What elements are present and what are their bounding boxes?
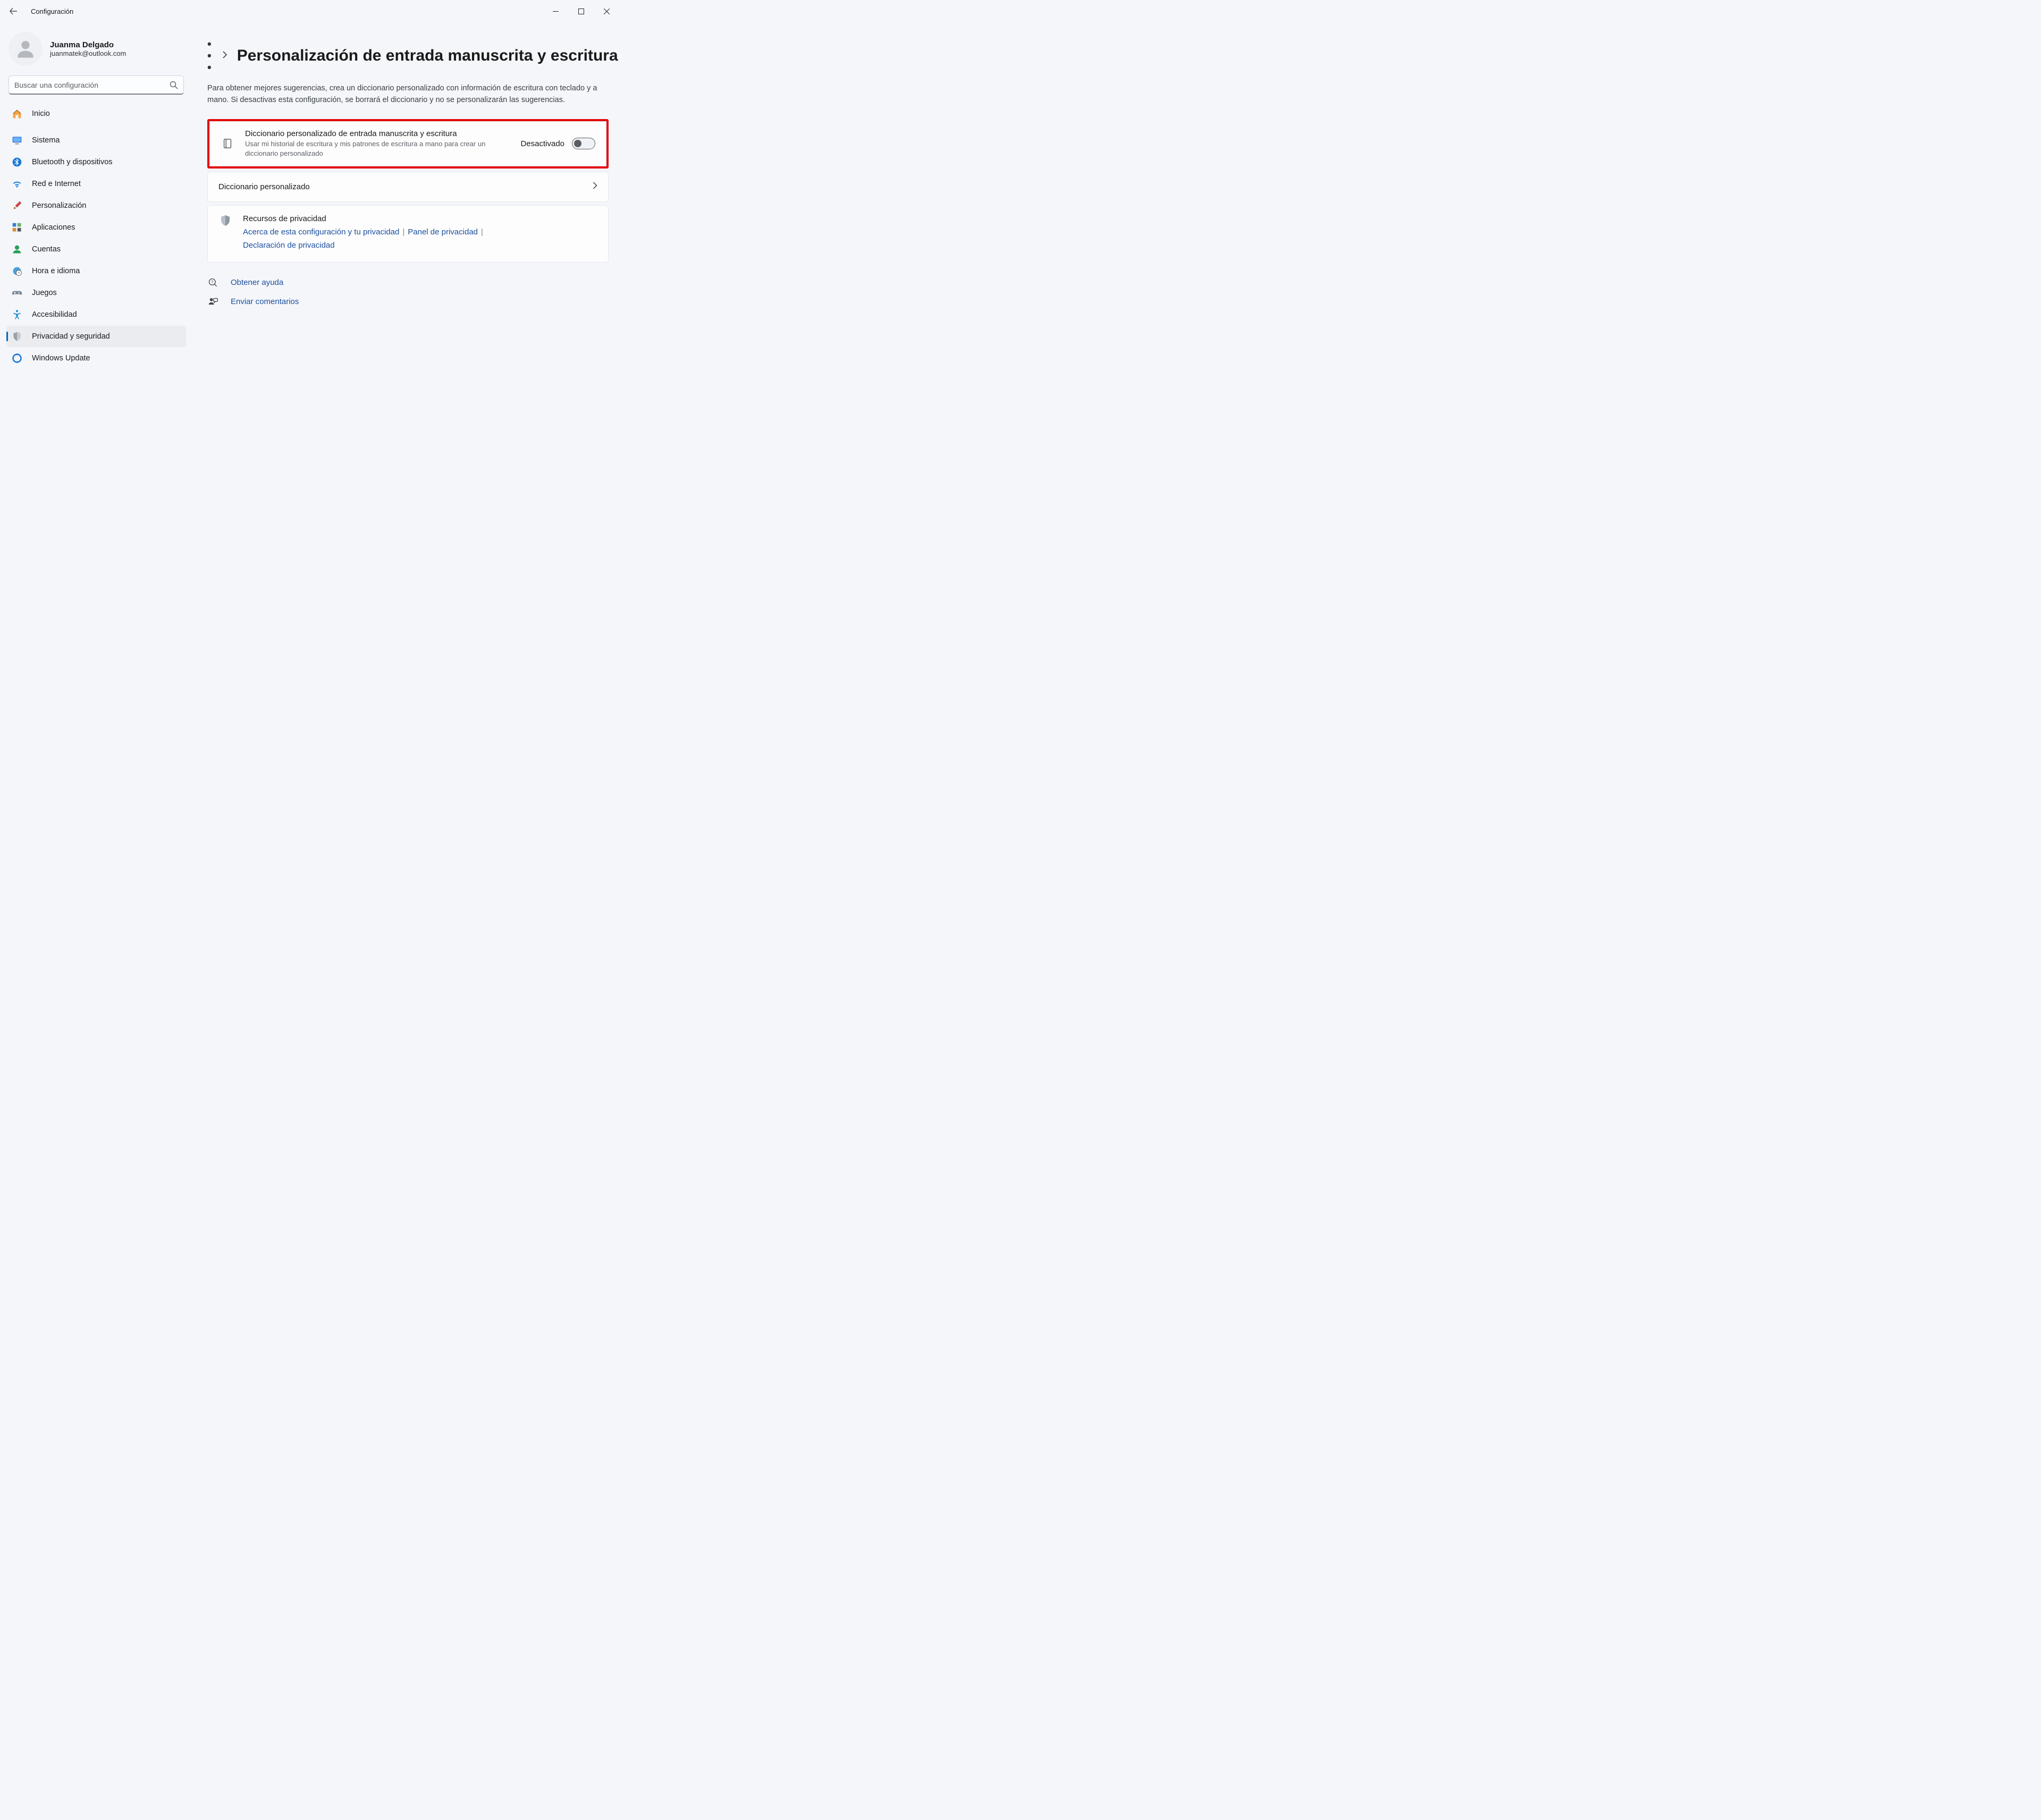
sidebar-item-time[interactable]: Hora e idioma: [6, 260, 186, 282]
feedback-label: Enviar comentarios: [231, 297, 299, 306]
svg-text:?: ?: [211, 280, 213, 284]
search-input[interactable]: [14, 81, 170, 89]
sidebar-item-label: Aplicaciones: [32, 223, 75, 232]
help-label: Obtener ayuda: [231, 278, 283, 287]
sidebar-item-label: Hora e idioma: [32, 267, 80, 275]
maximize-button[interactable]: [568, 0, 594, 22]
shield-icon: [218, 214, 232, 227]
privacy-links: Acerca de esta configuración y tu privac…: [243, 225, 597, 252]
titlebar: Configuración: [0, 0, 619, 22]
profile-text: Juanma Delgado juanmatek@outlook.com: [50, 40, 126, 57]
chevron-right-icon: [222, 51, 227, 61]
sidebar-item-gaming[interactable]: Juegos: [6, 282, 186, 304]
wifi-icon: [12, 179, 22, 189]
sidebar-item-update[interactable]: Windows Update: [6, 348, 186, 369]
monitor-icon: [12, 135, 22, 146]
sidebar-item-accounts[interactable]: Cuentas: [6, 239, 186, 260]
back-button[interactable]: [2, 0, 24, 22]
sidebar-item-privacy[interactable]: Privacidad y seguridad: [6, 326, 186, 347]
dictionary-toggle-card: Diccionario personalizado de entrada man…: [209, 121, 606, 166]
shield-icon: [12, 331, 22, 342]
chevron-right-icon: [593, 182, 597, 192]
window-controls: [543, 0, 619, 22]
help-icon: ?: [207, 277, 219, 288]
sidebar-item-bluetooth[interactable]: Bluetooth y dispositivos: [6, 151, 186, 173]
page-description: Para obtener mejores sugerencias, crea u…: [207, 83, 601, 106]
sidebar-item-personalization[interactable]: Personalización: [6, 195, 186, 216]
separator: |: [481, 228, 483, 237]
maximize-icon: [578, 9, 584, 14]
privacy-resources-card: Recursos de privacidad Acerca de esta co…: [207, 205, 609, 263]
close-button[interactable]: [594, 0, 619, 22]
minimize-icon: [553, 9, 559, 14]
sidebar-item-label: Privacidad y seguridad: [32, 332, 110, 341]
sidebar-item-label: Windows Update: [32, 354, 90, 363]
close-icon: [604, 9, 610, 14]
toggle-state-label: Desactivado: [520, 139, 564, 148]
sidebar-item-label: Red e Internet: [32, 180, 81, 188]
privacy-link-about[interactable]: Acerca de esta configuración y tu privac…: [243, 228, 399, 237]
toggle-knob: [574, 140, 581, 147]
card-subtitle: Usar mi historial de escritura y mis pat…: [245, 139, 495, 158]
help-links: ? Obtener ayuda Enviar comentarios: [207, 277, 609, 307]
apps-icon: [12, 222, 22, 233]
gamepad-icon: [12, 288, 22, 298]
sidebar-item-label: Accesibilidad: [32, 310, 77, 319]
feedback-link[interactable]: Enviar comentarios: [207, 297, 609, 307]
sidebar-item-label: Personalización: [32, 201, 86, 210]
sidebar: Juanma Delgado juanmatek@outlook.com Ini…: [0, 22, 191, 552]
minimize-button[interactable]: [543, 0, 568, 22]
profile-block[interactable]: Juanma Delgado juanmatek@outlook.com: [6, 29, 186, 75]
bluetooth-icon: [12, 157, 22, 167]
arrow-left-icon: [9, 7, 18, 15]
custom-dictionary-link-card[interactable]: Diccionario personalizado: [207, 172, 609, 202]
sidebar-item-home[interactable]: Inicio: [6, 103, 186, 124]
get-help-link[interactable]: ? Obtener ayuda: [207, 277, 609, 288]
notebook-icon: [221, 138, 234, 149]
breadcrumb-more[interactable]: • • •: [207, 38, 213, 73]
profile-name: Juanma Delgado: [50, 40, 126, 49]
sidebar-item-label: Sistema: [32, 136, 60, 145]
home-icon: [12, 108, 22, 119]
breadcrumb: • • • Personalización de entrada manuscr…: [207, 38, 609, 73]
sidebar-item-label: Bluetooth y dispositivos: [32, 158, 113, 166]
privacy-link-statement[interactable]: Declaración de privacidad: [243, 241, 335, 250]
separator: |: [402, 228, 404, 237]
sidebar-item-label: Cuentas: [32, 245, 61, 254]
update-icon: [12, 353, 22, 364]
clock-globe-icon: [12, 266, 22, 276]
nav: Inicio Sistema Bluetooth y dispositivos …: [6, 103, 186, 369]
accessibility-icon: [12, 309, 22, 320]
search-icon: [170, 81, 178, 89]
page-title: Personalización de entrada manuscrita y …: [237, 47, 618, 65]
sidebar-item-label: Inicio: [32, 109, 50, 118]
feedback-icon: [207, 297, 219, 307]
main-content: • • • Personalización de entrada manuscr…: [191, 22, 619, 552]
privacy-title: Recursos de privacidad: [243, 214, 597, 223]
sidebar-item-network[interactable]: Red e Internet: [6, 173, 186, 195]
dictionary-toggle[interactable]: [572, 138, 595, 149]
search-box[interactable]: [9, 75, 184, 95]
profile-email: juanmatek@outlook.com: [50, 49, 126, 57]
card-nav-label: Diccionario personalizado: [218, 182, 593, 191]
person-icon: [14, 37, 37, 61]
privacy-link-panel[interactable]: Panel de privacidad: [408, 228, 478, 237]
avatar: [9, 32, 43, 66]
sidebar-item-system[interactable]: Sistema: [6, 130, 186, 151]
card-title: Diccionario personalizado de entrada man…: [245, 129, 510, 138]
account-icon: [12, 244, 22, 255]
sidebar-item-accessibility[interactable]: Accesibilidad: [6, 304, 186, 325]
highlighted-setting: Diccionario personalizado de entrada man…: [207, 119, 609, 168]
sidebar-item-label: Juegos: [32, 289, 57, 297]
toggle-group: Desactivado: [520, 138, 595, 149]
app-title: Configuración: [31, 7, 73, 15]
card-text: Diccionario personalizado de entrada man…: [245, 129, 510, 158]
sidebar-item-apps[interactable]: Aplicaciones: [6, 217, 186, 238]
brush-icon: [12, 200, 22, 211]
